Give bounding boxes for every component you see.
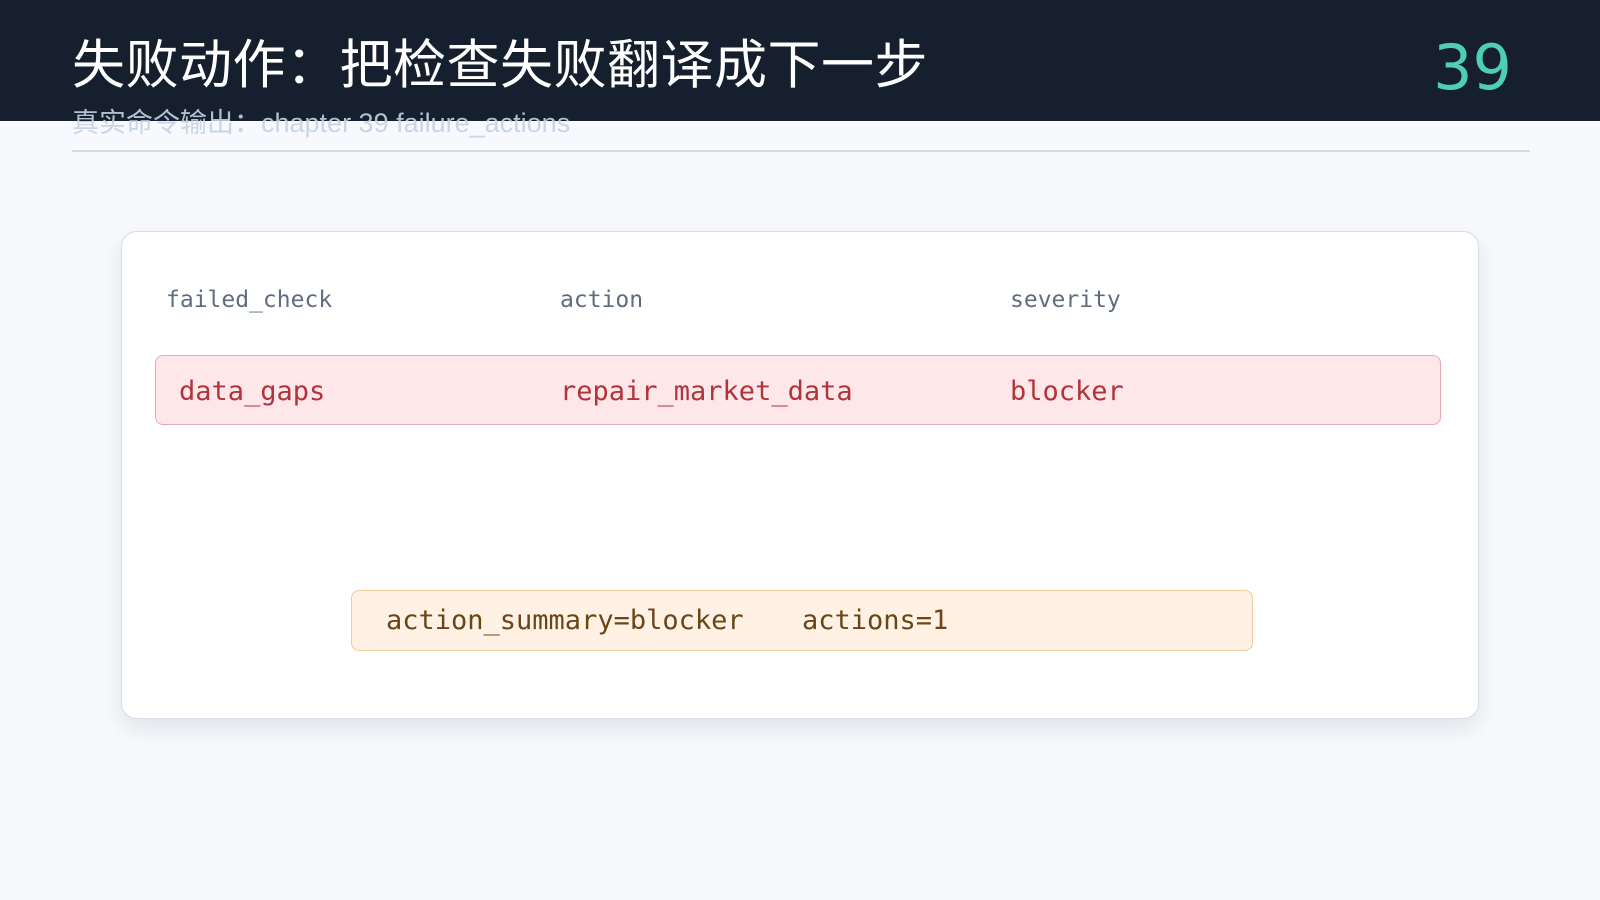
severity-cell: blocker [1010,376,1124,407]
failure-actions-card: failed_check action severity data_gaps r… [121,231,1479,719]
column-header-action: action [560,287,644,313]
page-title: 失败动作：把检查失败翻译成下一步 [72,35,928,96]
action-summary-box: action_summary=blocker actions=1 [351,590,1253,651]
title-divider [72,150,1530,152]
failed-check-cell: data_gaps [179,376,326,407]
action-cell: repair_market_data [560,376,853,407]
page-subtitle: 真实命令输出：chapter 39 failure_actions [72,108,571,138]
page-number: 39 [1433,31,1512,104]
action-summary-text: action_summary=blocker [386,605,744,636]
column-header-failed-check: failed_check [166,287,333,313]
table-row: data_gaps repair_market_data blocker [155,355,1441,425]
actions-count-text: actions=1 [802,605,949,636]
column-header-severity: severity [1010,287,1121,313]
